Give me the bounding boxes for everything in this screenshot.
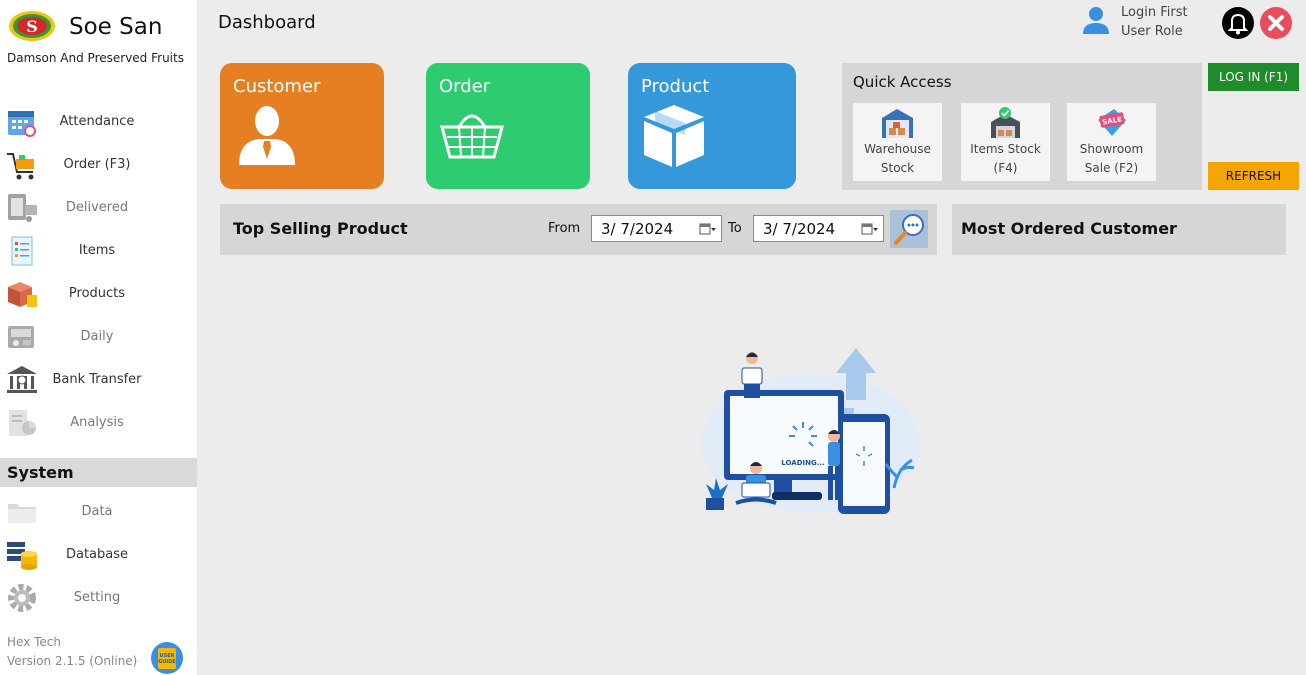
quick-access-title: Quick Access [853, 73, 952, 91]
sidebar-item-bank-transfer[interactable]: Bank Transfer [0, 360, 197, 400]
from-label: From [548, 221, 581, 236]
qa-label-line1: Warehouse [864, 142, 931, 156]
order-tile[interactable]: Order [426, 63, 590, 189]
most-ordered-title: Most Ordered Customer [961, 219, 1177, 238]
search-button[interactable] [890, 210, 928, 248]
sidebar-item-label: Database [65, 547, 129, 562]
package-icon [644, 105, 704, 167]
system-section-header: System [0, 458, 197, 487]
notification-button[interactable] [1222, 7, 1254, 39]
sidebar-item-label: Order (F3) [63, 157, 131, 172]
calendar-dropdown-icon [699, 223, 716, 235]
search-icon [894, 214, 924, 245]
warehouse-stock-button[interactable]: Warehouse Stock [853, 103, 942, 181]
showroom-sale-button[interactable]: SALE Showroom Sale (F2) [1067, 103, 1156, 181]
qa-label-line2: Stock [880, 161, 915, 175]
sidebar-item-data[interactable]: Data [0, 492, 197, 532]
loading-illustration: LOADING... [701, 345, 921, 514]
sidebar-item-label: Delivered [65, 200, 129, 215]
sidebar-item-database[interactable]: Database [0, 535, 197, 575]
sidebar: S Soe San Damson And Preserved Fruits At… [0, 0, 197, 675]
to-label: To [728, 221, 742, 236]
sale-tag-icon: SALE [1098, 109, 1126, 136]
items-stock-icon [991, 107, 1020, 138]
cash-register-icon [8, 326, 34, 348]
folder-icon [8, 504, 36, 523]
sidebar-item-analysis[interactable]: Analysis [0, 403, 197, 443]
user-role: User Role [1121, 24, 1183, 39]
qa-label-line1: Showroom [1079, 142, 1144, 156]
loading-text: LOADING... [781, 459, 824, 467]
person-icon [239, 106, 295, 165]
sidebar-item-label: Data [81, 504, 113, 519]
app-version: Version 2.1.5 (Online) [7, 654, 138, 668]
sidebar-item-products[interactable]: Products [0, 274, 197, 314]
bank-icon [7, 366, 37, 393]
calendar-icon [8, 111, 36, 137]
most-ordered-panel: Most Ordered Customer [952, 204, 1286, 255]
sidebar-item-delivered[interactable]: Delivered [0, 188, 197, 228]
brand-name: Soe San [69, 14, 163, 40]
sidebar-item-label: Setting [73, 590, 121, 605]
close-icon [1268, 15, 1284, 31]
report-chart-icon [9, 410, 36, 436]
tile-label: Order [439, 76, 491, 97]
quick-access-panel: Quick Access Warehouse Stock Items Stock… [842, 63, 1202, 190]
sidebar-item-setting[interactable]: Setting [0, 578, 197, 618]
sidebar-item-label: Analysis [70, 415, 124, 430]
close-button[interactable] [1260, 7, 1292, 39]
to-date-value: 3/ 7/2024 [763, 220, 836, 238]
system-title: System [7, 463, 74, 482]
product-tile[interactable]: Product [628, 63, 796, 189]
qa-label-line2: (F4) [993, 161, 1018, 175]
calendar-dropdown-icon [861, 223, 878, 235]
from-date-value: 3/ 7/2024 [601, 220, 674, 238]
user-guide-icon[interactable]: USER GUIDE [150, 641, 184, 675]
sidebar-item-label: Products [68, 286, 126, 301]
sidebar-item-label: Daily [80, 329, 114, 344]
sidebar-item-label: Bank Transfer [52, 372, 142, 387]
svg-text:GUIDE: GUIDE [158, 659, 176, 665]
warehouse-icon [882, 109, 913, 138]
refresh-button[interactable]: REFRESH [1208, 162, 1299, 190]
sidebar-item-items[interactable]: Items [0, 231, 197, 271]
sidebar-item-label: Attendance [59, 114, 135, 129]
box-icon [8, 282, 37, 307]
checklist-icon [11, 236, 33, 266]
basket-icon [440, 114, 504, 159]
tile-label: Product [641, 76, 710, 97]
qa-label-line1: Items Stock [970, 142, 1041, 156]
to-date-picker[interactable]: 3/ 7/2024 [753, 215, 884, 242]
sidebar-item-attendance[interactable]: Attendance [0, 102, 197, 142]
items-stock-button[interactable]: Items Stock (F4) [961, 103, 1050, 181]
brand-logo: S [9, 11, 55, 41]
sidebar-item-order[interactable]: Order (F3) [0, 145, 197, 185]
delivery-icon [8, 194, 37, 222]
bell-icon [1227, 13, 1249, 35]
tile-label: Customer [233, 76, 321, 97]
from-date-picker[interactable]: 3/ 7/2024 [591, 215, 722, 242]
page-title: Dashboard [218, 12, 316, 33]
qa-label-line2: Sale (F2) [1084, 161, 1139, 175]
top-selling-panel: Top Selling Product From 3/ 7/2024 To 3/… [220, 204, 937, 255]
customer-tile[interactable]: Customer [220, 63, 384, 189]
gear-icon [8, 584, 36, 612]
user-avatar-icon [1083, 7, 1109, 34]
company-name: Hex Tech [7, 635, 61, 649]
database-icon [7, 542, 37, 570]
sidebar-item-daily[interactable]: Daily [0, 317, 197, 357]
shopping-cart-icon [7, 153, 34, 180]
svg-text:S: S [26, 17, 38, 36]
brand-tagline: Damson And Preserved Fruits [7, 51, 184, 65]
top-selling-title: Top Selling Product [233, 219, 408, 238]
login-button[interactable]: LOG IN (F1) [1208, 63, 1299, 91]
sidebar-item-label: Items [78, 243, 116, 258]
user-name: Login First [1121, 5, 1188, 20]
